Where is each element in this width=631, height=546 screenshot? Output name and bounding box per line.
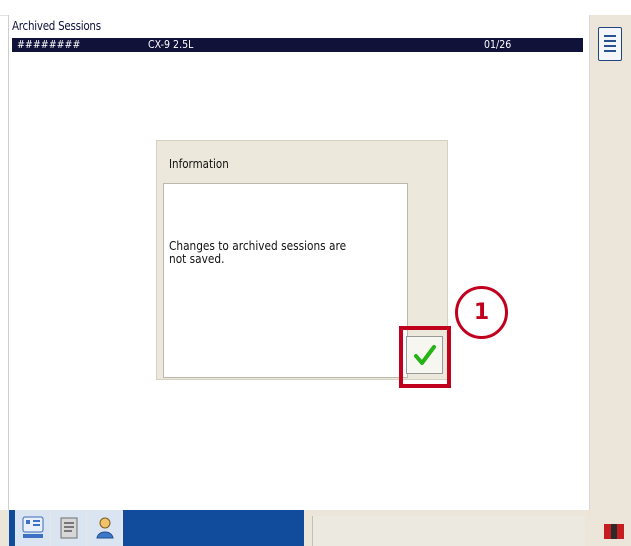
- top-border: [0, 0, 631, 16]
- user-tool-icon[interactable]: [87, 510, 123, 546]
- dialog-title: Information: [169, 157, 229, 171]
- taskbar-slot: [312, 516, 585, 546]
- dialog-message: Changes to archived sessions are not sav…: [169, 239, 347, 266]
- record-code: ########: [17, 38, 81, 51]
- confirm-button[interactable]: [406, 336, 443, 374]
- step-callout: 1: [455, 286, 508, 339]
- checkmark-icon: [414, 345, 436, 365]
- flag-icon[interactable]: [603, 522, 625, 542]
- vehicle-label: CX-9 2.5L: [148, 38, 194, 51]
- vehicle-diagnostics-icon[interactable]: [15, 510, 51, 546]
- dialog-body: Changes to archived sessions are not sav…: [163, 183, 408, 378]
- session-header-bar: ######## CX-9 2.5L 01/26: [12, 38, 583, 52]
- session-date: 01/26: [484, 38, 512, 51]
- page-title: Archived Sessions: [12, 19, 101, 33]
- list-menu-icon[interactable]: [598, 27, 622, 61]
- document-tool-icon[interactable]: [51, 510, 87, 546]
- right-sidebar: [590, 15, 631, 510]
